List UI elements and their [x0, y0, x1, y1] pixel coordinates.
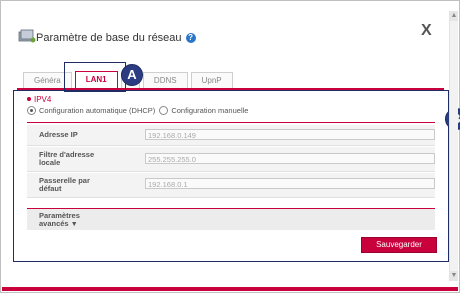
close-button[interactable]: X [421, 22, 432, 40]
callout-a-badge: A [121, 64, 143, 86]
callout-b-highlight [13, 90, 449, 262]
settings-dialog: Paramètre de base du réseau ? X Généra L… [0, 0, 460, 293]
dialog-header: Paramètre de base du réseau ? [36, 32, 196, 44]
tab-upnp[interactable]: UpnP [190, 72, 233, 89]
callout-a-highlight [64, 62, 126, 92]
help-icon[interactable]: ? [185, 33, 196, 43]
dialog-title: Paramètre de base du réseau [36, 32, 182, 44]
tab-ddns[interactable]: DDNS [142, 72, 188, 89]
network-icon [18, 29, 36, 43]
scroll-down-icon[interactable]: ▼ [450, 271, 458, 281]
scroll-up-icon[interactable]: ▲ [450, 11, 458, 21]
vertical-scrollbar[interactable]: ▲ ▼ [449, 11, 458, 281]
bottom-accent-bar [2, 287, 458, 291]
